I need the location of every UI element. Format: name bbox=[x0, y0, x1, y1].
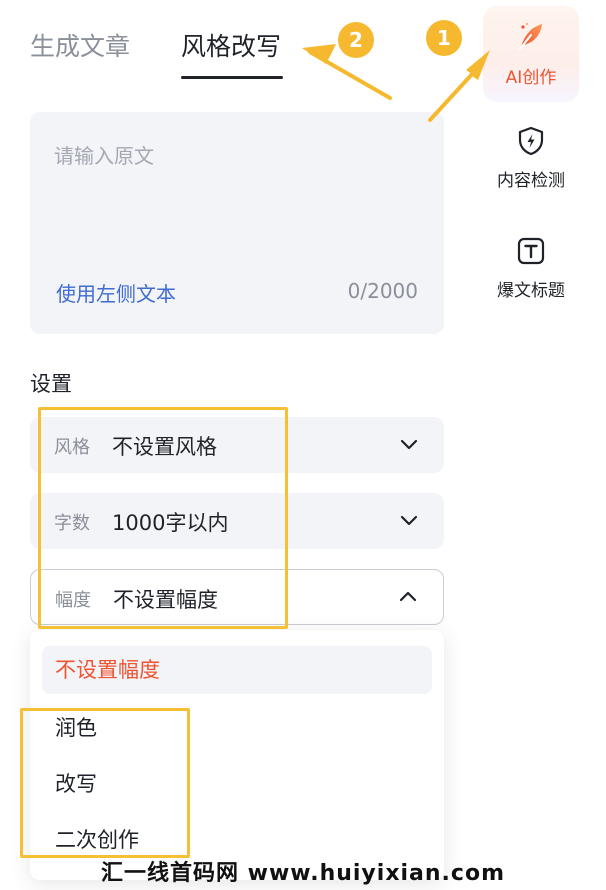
annotation-step-badge: 2 bbox=[338, 22, 374, 58]
select-value: 1000字以内 bbox=[112, 511, 229, 535]
dropdown-option[interactable]: 润色 bbox=[42, 704, 432, 752]
source-text-input[interactable] bbox=[54, 140, 414, 250]
sidebar-item-content-detect[interactable]: 内容检测 bbox=[483, 126, 579, 206]
select-value: 不设置风格 bbox=[112, 435, 217, 459]
dropdown-option[interactable]: 二次创作 bbox=[42, 816, 432, 864]
select-value: 不设置幅度 bbox=[113, 588, 218, 612]
sidebar-item-label: 内容检测 bbox=[497, 171, 565, 191]
rewrite-range-select[interactable]: 幅度 不设置幅度 bbox=[30, 569, 444, 625]
style-select[interactable]: 风格 不设置风格 bbox=[30, 417, 444, 473]
annotation-arrow-icon bbox=[430, 50, 490, 120]
chevron-down-icon bbox=[400, 515, 418, 526]
dropdown-option[interactable]: 不设置幅度 bbox=[42, 646, 432, 694]
settings-title: 设置 bbox=[30, 372, 72, 396]
sidebar-item-hot-title[interactable]: 爆文标题 bbox=[483, 236, 579, 316]
annotation-step-badge: 1 bbox=[426, 20, 462, 56]
char-counter: 0/2000 bbox=[347, 279, 418, 303]
sidebar-item-label: 爆文标题 bbox=[497, 281, 565, 301]
tab-style-rewrite[interactable]: 风格改写 bbox=[181, 30, 281, 64]
sidebar-item-label: AI创作 bbox=[505, 68, 557, 88]
select-label: 字数 bbox=[54, 513, 90, 534]
chevron-up-icon bbox=[399, 591, 417, 602]
text-t-icon bbox=[517, 237, 545, 265]
select-label: 幅度 bbox=[55, 590, 91, 611]
dropdown-option[interactable]: 改写 bbox=[42, 760, 432, 808]
source-text-panel: 使用左侧文本 0/2000 bbox=[30, 112, 444, 334]
feather-pen-icon bbox=[519, 23, 542, 50]
word-count-select[interactable]: 字数 1000字以内 bbox=[30, 493, 444, 549]
rewrite-range-dropdown: 不设置幅度 润色 改写 二次创作 bbox=[30, 630, 444, 880]
shield-bolt-icon bbox=[518, 126, 544, 156]
tab-generate-article[interactable]: 生成文章 bbox=[30, 30, 130, 64]
chevron-down-icon bbox=[400, 439, 418, 450]
select-label: 风格 bbox=[54, 437, 90, 458]
watermark-text: 汇一线首码网 www.huiyixian.com bbox=[100, 861, 505, 886]
annotation-arrow-icon bbox=[304, 48, 334, 56]
use-left-text-link[interactable]: 使用左侧文本 bbox=[56, 278, 176, 307]
active-tab-underline bbox=[181, 76, 283, 79]
sidebar-item-ai-create[interactable]: AI创作 bbox=[483, 6, 579, 102]
